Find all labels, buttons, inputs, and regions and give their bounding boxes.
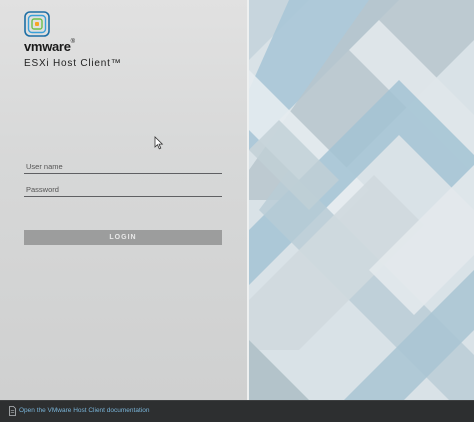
username-input[interactable] bbox=[24, 160, 222, 174]
login-screen: vmware® ESXi Host Client™ LOGIN Open bbox=[0, 0, 474, 422]
footer-bar: Open the VMware Host Client documentatio… bbox=[0, 400, 474, 422]
brand-trademark: ® bbox=[70, 39, 75, 45]
password-input[interactable] bbox=[24, 183, 222, 197]
documentation-link[interactable]: Open the VMware Host Client documentatio… bbox=[19, 407, 149, 414]
decorative-pattern bbox=[249, 0, 474, 400]
vmware-app-icon bbox=[24, 11, 50, 37]
login-button[interactable]: LOGIN bbox=[24, 230, 222, 245]
product-name: ESXi Host Client™ bbox=[24, 58, 122, 69]
brand-name: vmware bbox=[24, 39, 71, 54]
document-icon bbox=[9, 406, 16, 416]
brand-logo: vmware® bbox=[24, 39, 75, 54]
login-panel: vmware® ESXi Host Client™ LOGIN bbox=[0, 0, 248, 400]
mouse-pointer-icon bbox=[154, 136, 164, 150]
